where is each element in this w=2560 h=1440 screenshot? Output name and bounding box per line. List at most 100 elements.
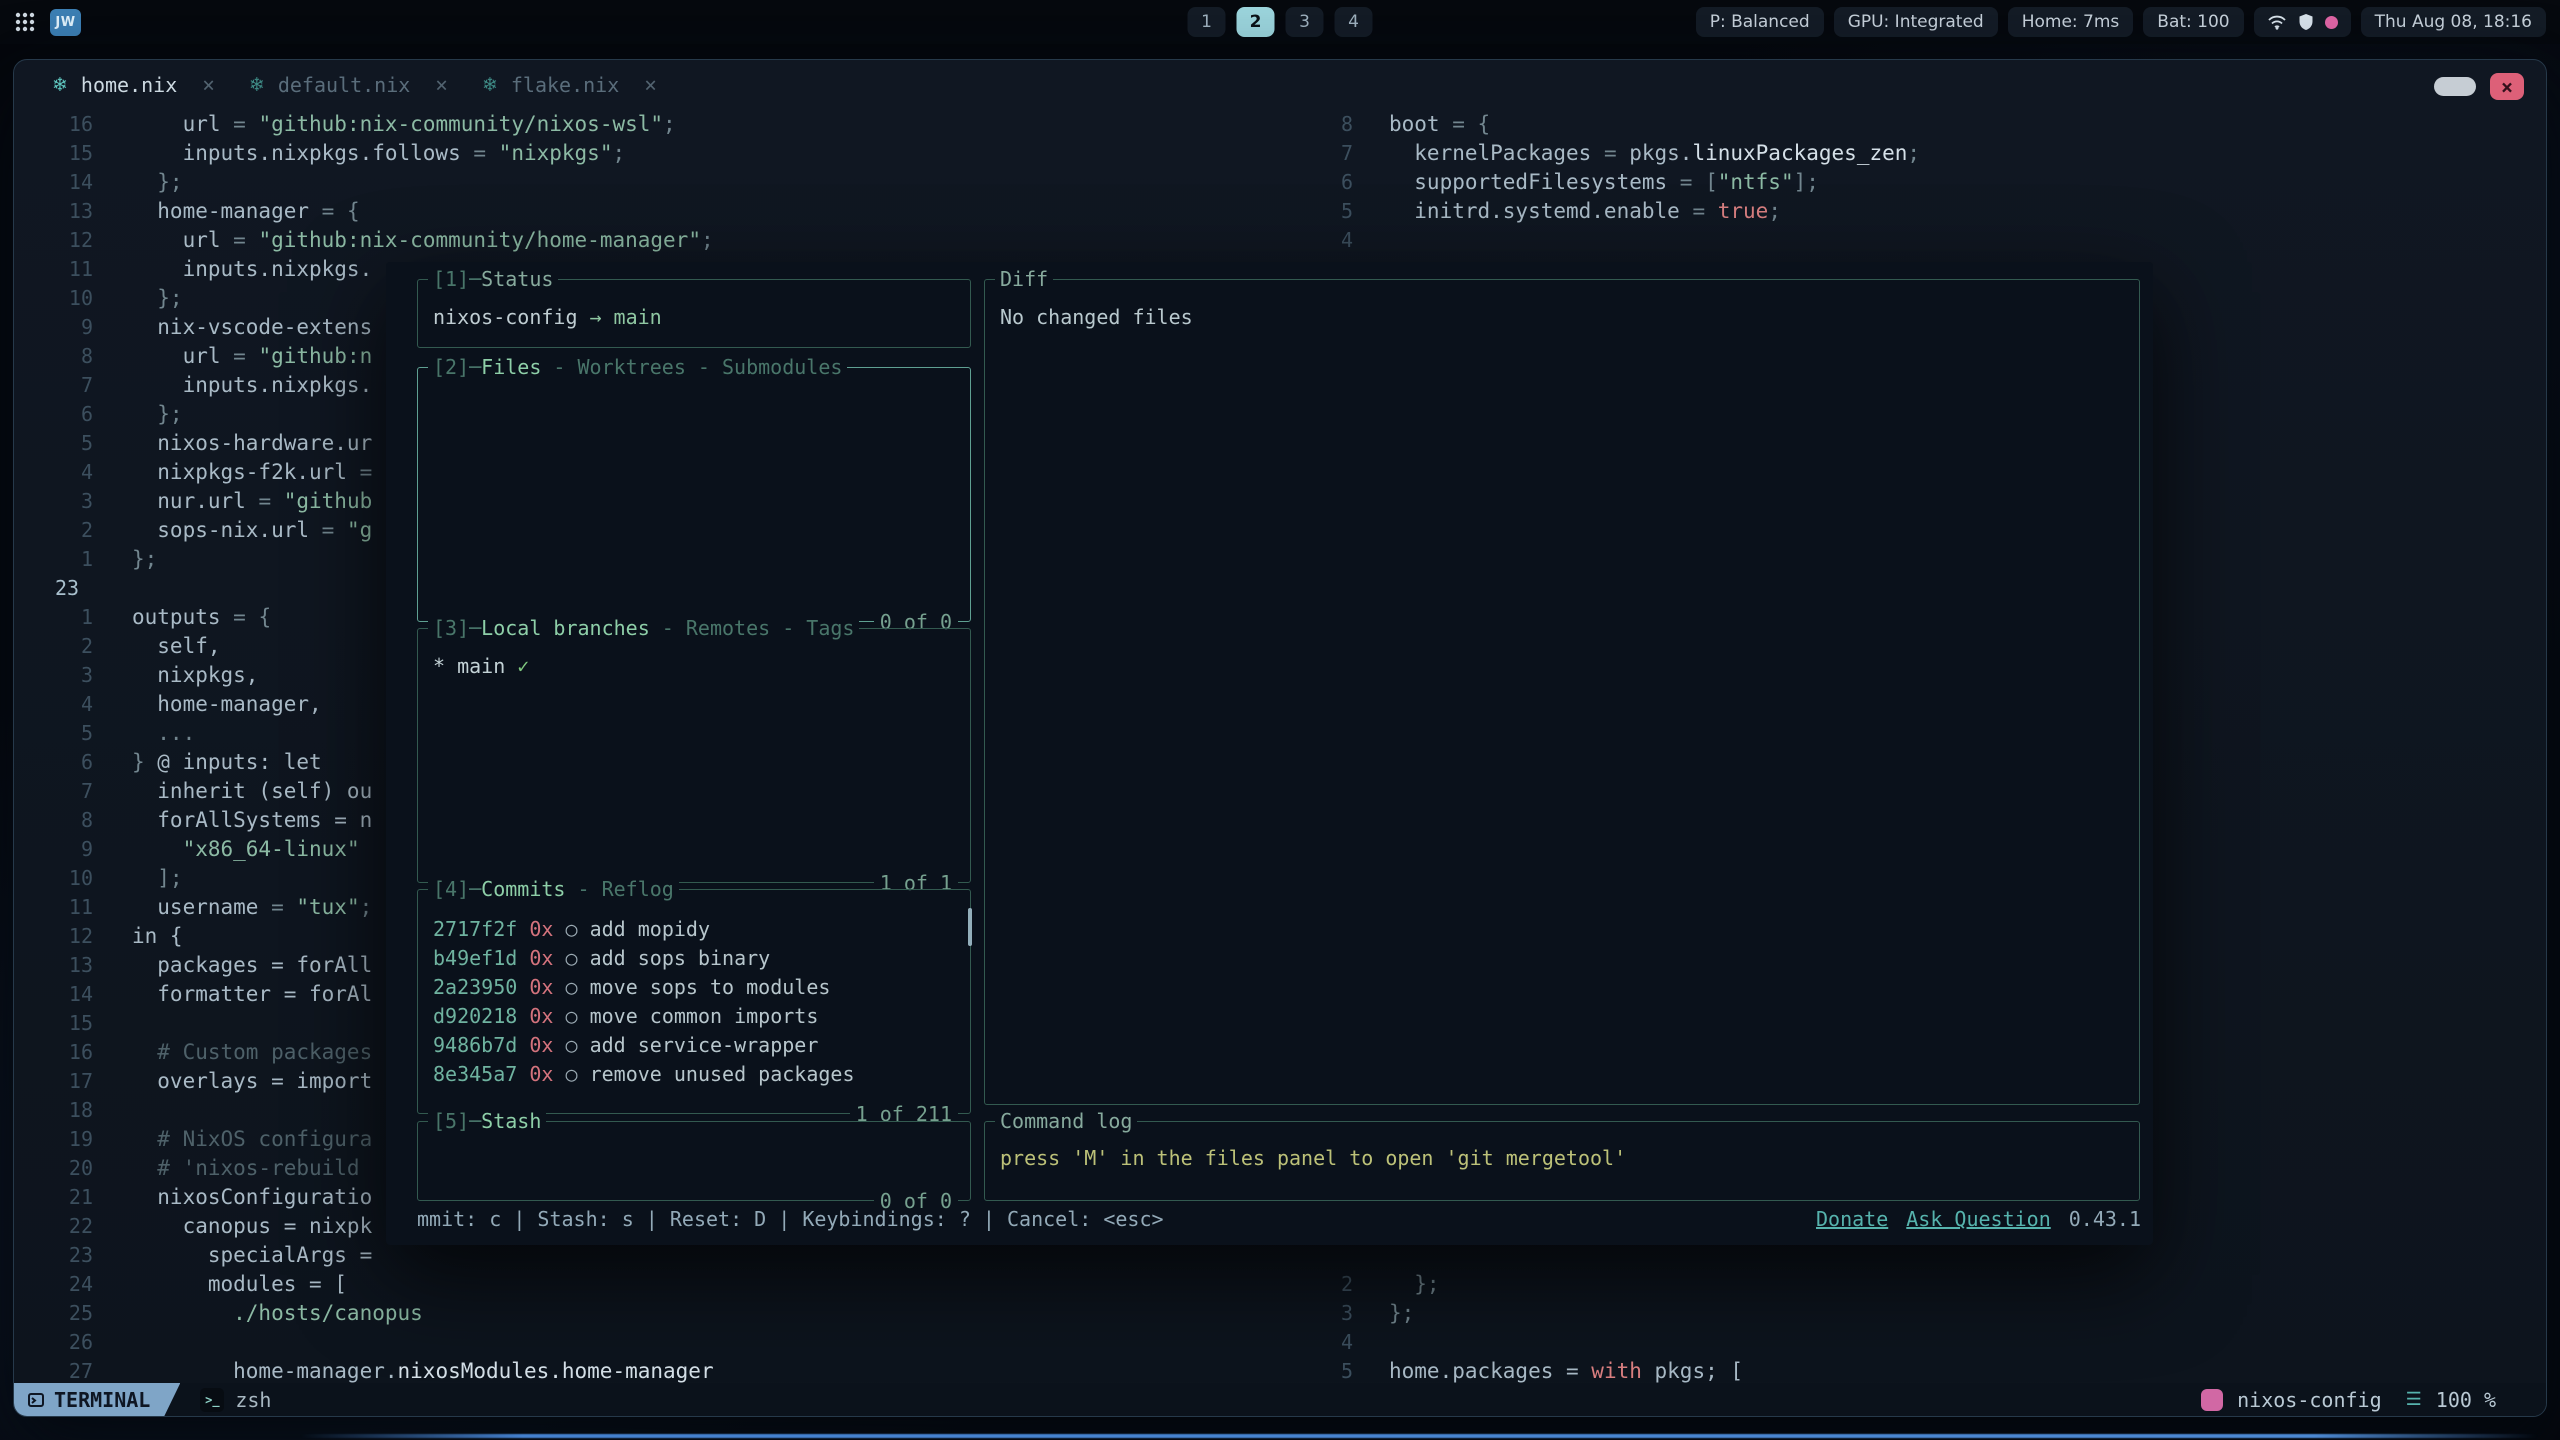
line-number: 23 — [55, 1243, 93, 1267]
line-number: 27 — [55, 1359, 93, 1383]
tab-label: default.nix — [278, 73, 410, 97]
code-line[interactable]: 26 — [14, 1327, 714, 1356]
panel-title: [5]─Stash — [428, 1107, 546, 1135]
nix-snowflake-icon: ❄ — [249, 74, 265, 96]
line-number: 8 — [55, 808, 93, 832]
commit-row[interactable]: d920218 0x ○ move common imports — [433, 1001, 970, 1030]
minimize-pill-button[interactable] — [2434, 77, 2476, 96]
commit-row[interactable]: 9486b7d 0x ○ add service-wrapper — [433, 1030, 970, 1059]
code-line[interactable]: 4 — [1296, 225, 1920, 254]
statusline-right: nixos-config ☰ 100 % — [2201, 1388, 2546, 1412]
commit-row[interactable]: b49ef1d 0x ○ add sops binary — [433, 943, 970, 972]
workspace-4[interactable]: 4 — [1335, 7, 1373, 37]
editor-right-pane-top[interactable]: 8boot = {7 kernelPackages = pkgs.linuxPa… — [1296, 109, 1920, 254]
code-line[interactable]: 8boot = { — [1296, 109, 1920, 138]
line-number: 2 — [55, 634, 93, 658]
code-line[interactable]: 7 kernelPackages = pkgs.linuxPackages_ze… — [1296, 138, 1920, 167]
tab-default-nix[interactable]: ❄ default.nix × — [249, 73, 448, 97]
code-line[interactable]: 16 url = "github:nix-community/nixos-wsl… — [14, 109, 714, 138]
code-line[interactable]: 5home.packages = with pkgs; [ — [1296, 1356, 1743, 1385]
lazygit-status-panel[interactable]: [1]─Status nixos-config→main — [417, 279, 971, 348]
line-number: 5 — [1296, 199, 1353, 223]
panel-title: Command log — [995, 1107, 1137, 1135]
code-line[interactable]: 5 initrd.systemd.enable = true; — [1296, 196, 1920, 225]
code-line[interactable]: 13 home-manager = { — [14, 196, 714, 225]
tab-flake-nix[interactable]: ❄ flake.nix × — [482, 73, 657, 97]
lazygit-branches-panel[interactable]: [3]─Local branches - Remotes - Tags * ma… — [417, 628, 971, 883]
line-number: 24 — [55, 1272, 93, 1296]
line-number: 14 — [55, 982, 93, 1006]
code-line[interactable]: 3}; — [1296, 1298, 1743, 1327]
workspace-3[interactable]: 3 — [1286, 7, 1324, 37]
tab-label: flake.nix — [511, 73, 619, 97]
tab-home-nix[interactable]: ❄ home.nix × — [52, 73, 215, 97]
wifi-icon[interactable] — [2267, 14, 2287, 30]
tab-close-icon[interactable]: × — [202, 73, 215, 97]
code-line[interactable]: 27 home-manager.nixosModules.home-manage… — [14, 1356, 714, 1385]
commit-row[interactable]: 2717f2f 0x ○ add mopidy — [433, 914, 970, 943]
bottom-accent-line — [300, 1434, 2538, 1438]
panel-title: [1]─Status — [428, 265, 558, 293]
lazygit-commits-panel[interactable]: [4]─Commits - Reflog 2717f2f 0x ○ add mo… — [417, 889, 971, 1114]
tabbar: ❄ home.nix × ❄ default.nix × ❄ flake.nix… — [14, 60, 2546, 110]
line-number: 16 — [55, 1040, 93, 1064]
commit-row[interactable]: 8e345a7 0x ○ remove unused packages — [433, 1059, 970, 1088]
line-number: 3 — [55, 663, 93, 687]
line-number: 10 — [55, 286, 93, 310]
code-line[interactable]: 2 }; — [1296, 1269, 1743, 1298]
line-number: 21 — [55, 1185, 93, 1209]
code-line[interactable]: 25 ./hosts/canopus — [14, 1298, 714, 1327]
tab-close-icon[interactable]: × — [435, 73, 448, 97]
panel-title: [2]─Files - Worktrees - Submodules — [428, 353, 847, 381]
lazygit-stash-panel[interactable]: [5]─Stash 0 of 0 — [417, 1121, 971, 1201]
gpu-pill: GPU: Integrated — [1834, 7, 1998, 37]
line-number: 6 — [55, 750, 93, 774]
line-number: 20 — [55, 1156, 93, 1180]
line-number: 23 — [55, 576, 93, 600]
line-number: 2 — [1296, 1272, 1353, 1296]
line-number: 12 — [55, 924, 93, 948]
repo-icon — [2201, 1389, 2223, 1411]
lazygit-overlay: [1]─Status nixos-config→main [2]─Files -… — [386, 262, 2153, 1245]
panel-title: [4]─Commits - Reflog — [428, 875, 679, 903]
ask-question-link[interactable]: Ask Question — [1906, 1204, 2051, 1234]
lazygit-footer-links: Donate Ask Question 0.43.1 — [1816, 1204, 2141, 1234]
code-line[interactable]: 24 modules = [ — [14, 1269, 714, 1298]
line-number: 4 — [55, 460, 93, 484]
line-number: 15 — [55, 1011, 93, 1035]
logo-badge[interactable]: JW — [50, 9, 81, 36]
battery-pill: Bat: 100 — [2143, 7, 2243, 37]
tab-close-icon[interactable]: × — [644, 73, 657, 97]
lazygit-diff-panel[interactable]: Diff No changed files — [984, 279, 2140, 1105]
line-number: 8 — [1296, 112, 1353, 136]
line-number: 13 — [55, 199, 93, 223]
window-controls: × — [2434, 73, 2524, 100]
code-line[interactable]: 14 }; — [14, 167, 714, 196]
code-line[interactable]: 15 inputs.nixpkgs.follows = "nixpkgs"; — [14, 138, 714, 167]
workspace-1[interactable]: 1 — [1188, 7, 1226, 37]
code-line[interactable]: 6 supportedFilesystems = ["ntfs"]; — [1296, 167, 1920, 196]
keybindings-bar: mmit: c | Stash: s | Reset: D | Keybindi… — [417, 1204, 1164, 1234]
line-number: 6 — [1296, 170, 1353, 194]
line-number: 12 — [55, 228, 93, 252]
app-launcher-icon[interactable] — [14, 11, 36, 33]
commit-row[interactable]: 2a23950 0x ○ move sops to modules — [433, 972, 970, 1001]
workspace-2[interactable]: 2 — [1237, 7, 1275, 37]
editor-right-pane-bottom[interactable]: 2 };3};45home.packages = with pkgs; [ — [1296, 1269, 1743, 1385]
lazygit-files-panel[interactable]: [2]─Files - Worktrees - Submodules 0 of … — [417, 367, 971, 622]
line-number: 2 — [55, 518, 93, 542]
lines-icon: ☰ — [2406, 1389, 2422, 1410]
window-close-button[interactable]: × — [2490, 73, 2524, 100]
code-line[interactable]: 12 url = "github:nix-community/home-mana… — [14, 225, 714, 254]
shell-icon: >_ — [200, 1388, 224, 1412]
status-dot-icon[interactable] — [2325, 16, 2338, 29]
panel-title: Diff — [995, 265, 1053, 293]
code-line[interactable]: 4 — [1296, 1327, 1743, 1356]
topbar: JW 1 2 3 4 P: Balanced GPU: Integrated H… — [0, 0, 2560, 44]
lazygit-command-log-panel[interactable]: Command log press 'M' in the files panel… — [984, 1121, 2140, 1201]
nix-snowflake-icon: ❄ — [52, 74, 68, 96]
shield-icon[interactable] — [2298, 13, 2314, 31]
commits-scrollbar[interactable] — [968, 908, 972, 946]
diff-content: No changed files — [985, 280, 2139, 329]
donate-link[interactable]: Donate — [1816, 1204, 1888, 1234]
